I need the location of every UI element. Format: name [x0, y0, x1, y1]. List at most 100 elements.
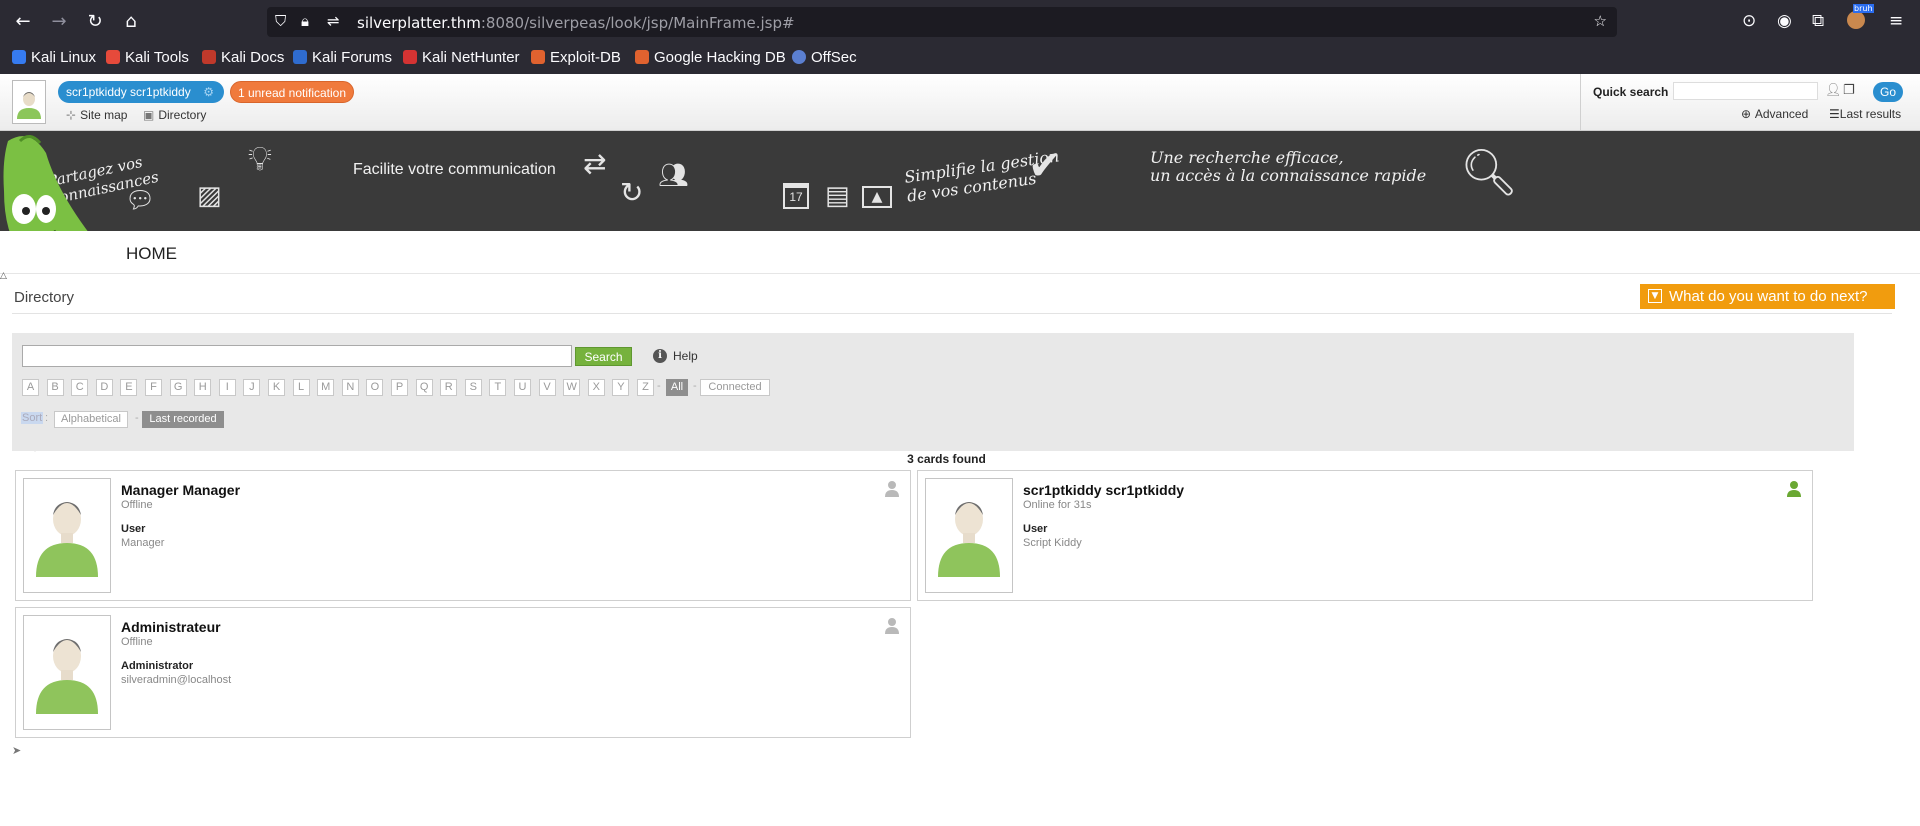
- letter-filter-x[interactable]: X: [587, 379, 605, 396]
- letter-filter-r[interactable]: R: [440, 379, 458, 396]
- user-search-icon[interactable]: 👤︎: [1825, 83, 1842, 98]
- extensions-icon[interactable]: ⧉: [1812, 11, 1824, 31]
- directory-search-input[interactable]: [22, 345, 572, 367]
- bookmarks-bar: Kali Linux Kali Tools Kali Docs Kali For…: [0, 44, 1920, 74]
- advanced-search-link[interactable]: ⊕ Advanced: [1741, 107, 1808, 121]
- permissions-icon[interactable]: ⇌: [327, 12, 340, 30]
- bookmark-offsec[interactable]: OffSec: [792, 49, 857, 66]
- checkmark-icon: ✔: [1028, 143, 1062, 189]
- filter-connected-button[interactable]: Connected: [700, 379, 770, 396]
- sort-last-recorded-button[interactable]: Last recorded: [142, 411, 224, 428]
- reload-icon[interactable]: ↻: [84, 11, 106, 33]
- url-bar[interactable]: ⛉ 🔒︎ ⇌ silverplatter.thm:8080/silverpeas…: [267, 7, 1617, 37]
- letter-filter-u[interactable]: U: [514, 379, 531, 396]
- header-banner: Partagez vos connaissances 💬︎ ▨ 💡︎ Facil…: [0, 131, 1920, 231]
- letter-filter-l[interactable]: L: [292, 379, 310, 396]
- forward-icon[interactable]: →: [48, 11, 70, 33]
- pocket-icon[interactable]: ⊙: [1742, 11, 1756, 31]
- letter-filter-y[interactable]: Y: [612, 379, 630, 396]
- letter-filter-h[interactable]: H: [194, 379, 212, 396]
- menu-icon[interactable]: ≡: [1889, 11, 1903, 31]
- offline-user-icon[interactable]: [884, 480, 900, 498]
- site-map-icon: ⊹: [66, 108, 77, 122]
- letter-filter-c[interactable]: C: [71, 379, 89, 396]
- back-icon[interactable]: ←: [12, 11, 34, 33]
- bookmark-kali-nethunter[interactable]: Kali NetHunter: [403, 49, 520, 66]
- letter-filter-f[interactable]: F: [145, 379, 162, 396]
- letter-filter-p[interactable]: P: [391, 379, 408, 396]
- home-nav-link[interactable]: HOME: [126, 244, 177, 264]
- letter-filter-m[interactable]: M: [317, 379, 335, 396]
- go-button[interactable]: Go: [1873, 82, 1903, 102]
- navigation-arrow-icon[interactable]: ➤: [12, 744, 21, 757]
- bookmark-kali-docs[interactable]: Kali Docs: [202, 49, 284, 66]
- user-card[interactable]: Manager Manager Offline User Manager: [15, 470, 911, 601]
- letter-filter-w[interactable]: W: [563, 379, 581, 396]
- user-avatar[interactable]: [12, 80, 46, 124]
- bookmark-star-icon[interactable]: ☆: [1594, 12, 1607, 30]
- letter-filter-b[interactable]: B: [46, 379, 64, 396]
- collapse-header-icon[interactable]: △: [0, 271, 7, 281]
- gear-icon[interactable]: ⚙: [203, 81, 214, 103]
- bookmark-exploit-db[interactable]: Exploit-DB: [531, 49, 621, 66]
- user-card-status: Offline: [121, 499, 153, 511]
- filter-all-button[interactable]: All: [666, 379, 688, 396]
- user-card-info: silveradmin@localhost: [121, 674, 232, 686]
- letter-filter-n[interactable]: N: [341, 379, 359, 396]
- page-title: Directory: [14, 289, 75, 306]
- user-card-name[interactable]: scr1ptkiddy scr1ptkiddy: [1023, 482, 1184, 498]
- bookmark-kali-linux[interactable]: Kali Linux: [12, 49, 96, 66]
- search-button[interactable]: Search: [575, 347, 632, 366]
- letter-filter-o[interactable]: O: [366, 379, 384, 396]
- sort-colon: :: [45, 412, 49, 424]
- account-icon[interactable]: ◉: [1777, 11, 1792, 31]
- bookmark-google-hacking-db[interactable]: Google Hacking DB: [635, 49, 786, 66]
- offline-user-icon[interactable]: [884, 617, 900, 635]
- letter-filter-i[interactable]: I: [218, 379, 236, 396]
- url-text[interactable]: silverplatter.thm:8080/silverpeas/look/j…: [357, 14, 795, 32]
- bookmark-kali-forums[interactable]: Kali Forums: [293, 49, 392, 66]
- letter-filter-z[interactable]: Z: [637, 379, 654, 396]
- user-card-name[interactable]: Manager Manager: [121, 482, 240, 498]
- banner-text-search: Une recherche efficace, un accès à la con…: [1150, 149, 1426, 185]
- shield-icon[interactable]: ⛉: [275, 12, 286, 30]
- letter-filter-q[interactable]: Q: [415, 379, 433, 396]
- bookmark-kali-tools[interactable]: Kali Tools: [106, 49, 189, 66]
- letter-filter-t[interactable]: T: [489, 379, 507, 396]
- user-card-name[interactable]: Administrateur: [121, 619, 221, 635]
- last-results-link[interactable]: ☰Last results: [1829, 107, 1901, 121]
- letter-filter-g[interactable]: G: [169, 379, 187, 396]
- separator: -: [693, 380, 697, 392]
- banner-text-search-line2: un accès à la connaissance rapide: [1150, 166, 1427, 185]
- copy-icon[interactable]: ❐: [1843, 83, 1855, 98]
- letter-filter-j[interactable]: J: [243, 379, 261, 396]
- user-card[interactable]: Administrateur Offline Administrator sil…: [15, 607, 911, 738]
- letter-filter-v[interactable]: V: [538, 379, 556, 396]
- home-icon[interactable]: ⌂: [120, 11, 142, 33]
- letter-filter-d[interactable]: D: [95, 379, 113, 396]
- bookmark-label: Kali Linux: [31, 49, 97, 66]
- sort-alphabetical-button[interactable]: Alphabetical: [54, 411, 128, 428]
- online-user-icon[interactable]: [1786, 480, 1802, 498]
- letter-filter-s[interactable]: S: [464, 379, 482, 396]
- kali-tools-icon: [106, 50, 120, 64]
- letter-filter-e[interactable]: E: [120, 379, 138, 396]
- letter-filter-a[interactable]: A: [22, 379, 39, 396]
- help-link[interactable]: Help: [673, 349, 698, 363]
- banner-text-search-line1: Une recherche efficace,: [1150, 148, 1344, 167]
- letter-filter-k[interactable]: K: [268, 379, 285, 396]
- info-icon[interactable]: i: [653, 349, 667, 363]
- url-host: silverplatter.thm: [357, 14, 481, 32]
- exploit-db-icon: [531, 50, 545, 64]
- directory-link[interactable]: ▣ Directory: [143, 108, 206, 122]
- quick-search-input[interactable]: [1673, 82, 1818, 100]
- what-next-button[interactable]: ▼ What do you want to do next?: [1640, 284, 1895, 309]
- user-menu-button[interactable]: scr1ptkiddy scr1ptkiddy ⚙: [58, 81, 224, 103]
- site-map-label: Site map: [80, 108, 128, 122]
- user-card[interactable]: scr1ptkiddy scr1ptkiddy Online for 31s U…: [917, 470, 1813, 601]
- site-map-link[interactable]: ⊹ Site map: [66, 108, 127, 122]
- notifications-button[interactable]: 1 unread notification: [230, 81, 354, 103]
- quick-search-panel: Quick search 👤︎ ❐ Go ⊕ Advanced ☰Last re…: [1580, 74, 1920, 130]
- extension-avatar-icon[interactable]: bruh: [1847, 4, 1874, 34]
- lock-icon[interactable]: 🔒︎: [301, 12, 309, 30]
